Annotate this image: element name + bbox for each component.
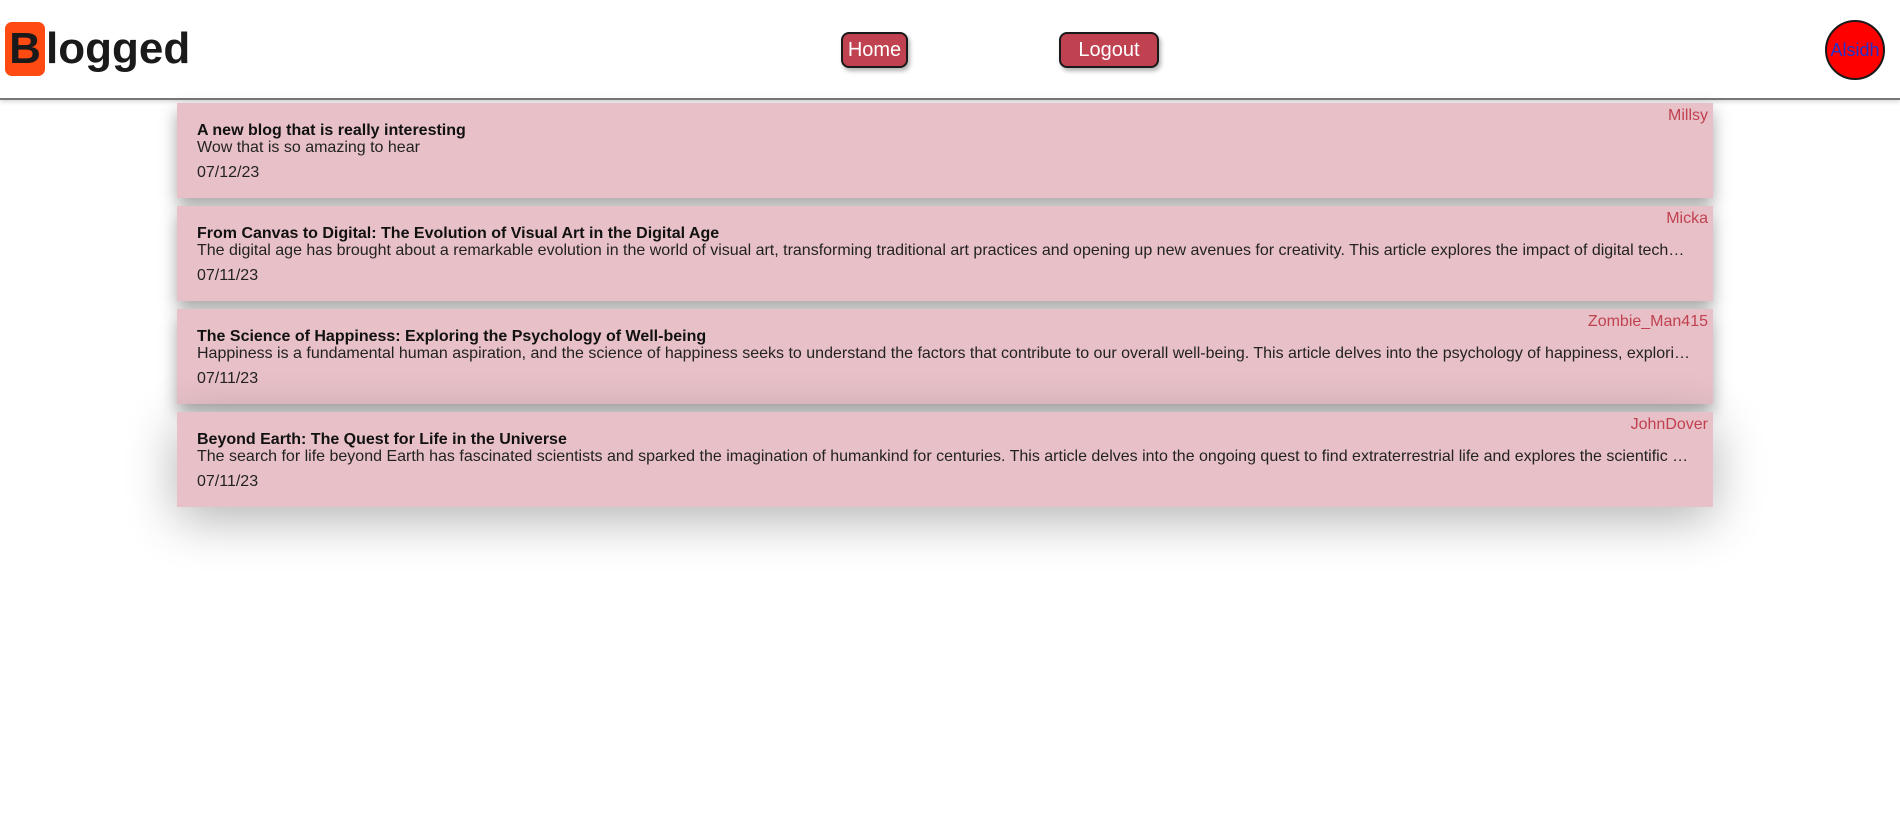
post-title: The Science of Happiness: Exploring the … — [197, 328, 707, 345]
post-card[interactable]: Zombie_Man415 The Science of Happiness: … — [177, 309, 1713, 404]
post-title: From Canvas to Digital: The Evolution of… — [197, 225, 720, 242]
post-card[interactable]: Millsy A new blog that is really interes… — [177, 103, 1713, 198]
post-author[interactable]: Zombie_Man415 — [1588, 313, 1708, 331]
post-excerpt: Wow that is so amazing to hear — [197, 139, 420, 156]
logo[interactable]: Blogged — [5, 22, 190, 76]
logo-initial-badge: B — [5, 22, 45, 76]
post-excerpt: The search for life beyond Earth has fas… — [197, 448, 1689, 465]
post-date: 07/11/23 — [197, 267, 259, 284]
post-title: A new blog that is really interesting — [197, 122, 466, 139]
post-excerpt: Happiness is a fundamental human aspirat… — [197, 345, 1691, 362]
post-author[interactable]: JohnDover — [1631, 416, 1708, 434]
logo-text: logged — [46, 24, 191, 73]
post-excerpt: The digital age has brought about a rema… — [197, 242, 1685, 259]
home-button[interactable]: Home — [841, 32, 908, 68]
user-avatar[interactable]: Alsidh — [1825, 20, 1885, 80]
logout-button[interactable]: Logout — [1059, 32, 1159, 68]
post-date: 07/11/23 — [197, 473, 259, 490]
post-date: 07/12/23 — [197, 164, 260, 181]
post-feed: Millsy A new blog that is really interes… — [177, 103, 1713, 515]
post-title: Beyond Earth: The Quest for Life in the … — [197, 431, 567, 448]
post-card[interactable]: JohnDover Beyond Earth: The Quest for Li… — [177, 412, 1713, 507]
post-author[interactable]: Micka — [1666, 210, 1708, 228]
post-author[interactable]: Millsy — [1668, 107, 1708, 125]
post-date: 07/11/23 — [197, 370, 259, 387]
post-card[interactable]: Micka From Canvas to Digital: The Evolut… — [177, 206, 1713, 301]
top-header: Blogged Home Logout Alsidh — [0, 0, 1900, 100]
